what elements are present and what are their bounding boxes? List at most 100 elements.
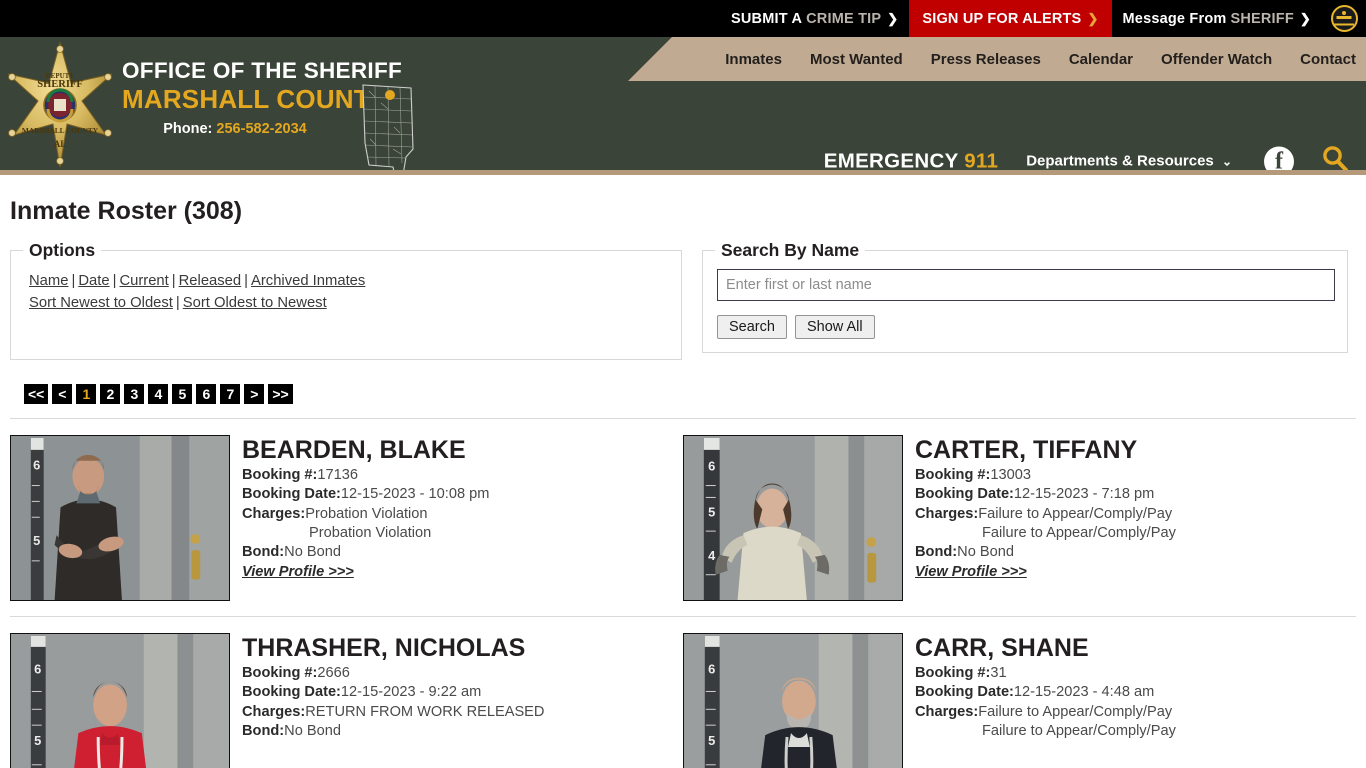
accessibility-button[interactable] <box>1322 0 1366 37</box>
option-link-name[interactable]: Name <box>29 273 68 289</box>
option-link-date[interactable]: Date <box>78 273 109 289</box>
booking-number-value: 31 <box>990 665 1007 681</box>
chevron-right-icon: ❯ <box>1299 10 1311 26</box>
inmate-name: BEARDEN, BLAKE <box>242 436 466 464</box>
mugshot-image: 6 5 <box>684 634 902 768</box>
departments-resources-dropdown[interactable]: Departments & Resources ⌄ <box>1026 153 1232 170</box>
nav-item-calendar[interactable]: Calendar <box>1055 51 1147 68</box>
option-link-current[interactable]: Current <box>119 273 168 289</box>
booking-date-line: Booking Date:12-15-2023 - 7:18 pm <box>915 485 1176 504</box>
submit-crime-tip-muted: CRIME TIP <box>806 10 882 27</box>
pagination-prev[interactable]: < <box>52 384 73 404</box>
nav-item-contact[interactable]: Contact <box>1286 51 1366 68</box>
emergency-label: EMERGENCY <box>823 149 959 172</box>
charge-value: Probation Violation <box>305 505 428 522</box>
inmate-card: 6 5 BEARDEN, BLAKE Booking #:17136 Booki… <box>10 435 683 601</box>
mugshot-bearden-blake[interactable]: 6 5 <box>10 435 230 601</box>
phone-label: Phone: <box>163 121 213 138</box>
phone-line: Phone: 256-582-2034 <box>122 121 348 137</box>
booking-date-value: 12-15-2023 - 4:48 am <box>1013 684 1155 701</box>
bond-label: Bond: <box>915 544 958 561</box>
roster-row: 6 5 THRASHER, NICHOLAS Booking #:2666 Bo… <box>10 616 1356 768</box>
pagination-page-6[interactable]: 6 <box>196 384 217 404</box>
marshall-county-title: MARSHALL COUNTY <box>122 83 388 114</box>
mugshot-carter-tiffany[interactable]: 6 5 4 <box>683 435 903 601</box>
alabama-map-icon <box>362 84 414 170</box>
emergency-911: EMERGENCY 911 <box>823 149 998 172</box>
sign-up-for-alerts-label: SIGN UP FOR ALERTS <box>922 10 1082 27</box>
search-icon <box>1323 146 1348 170</box>
inmate-name: THRASHER, NICHOLAS <box>242 634 526 662</box>
pagination-page-1[interactable]: 1 <box>76 384 97 404</box>
charges-label: Charges: <box>242 505 306 522</box>
facebook-link[interactable]: f <box>1264 146 1294 170</box>
inmate-details: THRASHER, NICHOLAS Booking #:2666 Bookin… <box>230 633 544 768</box>
message-from-sheriff-muted: SHERIFF <box>1230 10 1294 27</box>
booking-date-value: 12-15-2023 - 10:08 pm <box>340 486 490 503</box>
separator: | <box>112 273 117 289</box>
phone-number[interactable]: 256-582-2034 <box>216 121 306 137</box>
view-profile-link[interactable]: View Profile >>> <box>915 564 1027 580</box>
separator: | <box>171 273 176 289</box>
booking-date-line: Booking Date:12-15-2023 - 10:08 pm <box>242 485 489 504</box>
mugshot-carr-shane[interactable]: 6 5 <box>683 633 903 768</box>
header-utility-row: EMERGENCY 911 Departments & Resources ⌄ … <box>823 144 1358 172</box>
svg-text:5: 5 <box>34 733 41 748</box>
inmate-card: 6 5 CARR, SHANE Booking #:31 Booking Dat… <box>683 633 1356 768</box>
svg-text:SHERIFF: SHERIFF <box>37 79 83 90</box>
inmate-details: CARR, SHANE Booking #:31 Booking Date:12… <box>903 633 1176 768</box>
departments-resources-label: Departments & Resources <box>1026 152 1214 170</box>
charges-label: Charges: <box>242 703 306 720</box>
svg-text:6: 6 <box>708 459 715 474</box>
mugshot-thrasher-nicholas[interactable]: 6 5 <box>10 633 230 768</box>
chevron-down-icon: ⌄ <box>1221 154 1232 169</box>
accessibility-icon <box>1330 5 1358 32</box>
option-link-sort-newest-to-oldest[interactable]: Sort Newest to Oldest <box>29 295 173 311</box>
office-of-the-sheriff-title: OFFICE OF THE SHERIFF <box>122 58 403 83</box>
pagination-page-5[interactable]: 5 <box>172 384 193 404</box>
nav-item-press-releases[interactable]: Press Releases <box>917 51 1055 68</box>
pagination-page-3[interactable]: 3 <box>124 384 145 404</box>
sheriff-badge-logo[interactable]: DEPUTY SHERIFF MARSHALL COUNTY AL <box>8 41 112 169</box>
inmate-roster-list: 6 5 BEARDEN, BLAKE Booking #:17136 Booki… <box>0 418 1366 768</box>
nav-item-most-wanted[interactable]: Most Wanted <box>796 51 917 68</box>
option-link-sort-oldest-to-newest[interactable]: Sort Oldest to Newest <box>183 295 327 311</box>
search-input[interactable] <box>717 269 1335 301</box>
pagination-page-4[interactable]: 4 <box>148 384 169 404</box>
header-search-button[interactable] <box>1320 144 1350 170</box>
svg-text:4: 4 <box>708 548 716 563</box>
charge-value: Failure to Appear/Comply/Pay <box>978 505 1173 522</box>
message-from-sheriff-link[interactable]: Message From SHERIFF ❯ <box>1112 0 1322 37</box>
sign-up-for-alerts-button[interactable]: SIGN UP FOR ALERTS ❯ <box>909 0 1112 37</box>
submit-crime-tip-link[interactable]: SUBMIT A CRIME TIP ❯ <box>720 0 909 37</box>
booking-number-value: 17136 <box>317 467 358 483</box>
option-link-archived-inmates[interactable]: Archived Inmates <box>251 273 365 289</box>
pagination-next[interactable]: > <box>244 384 265 404</box>
booking-date-label: Booking Date: <box>915 486 1014 503</box>
pagination-page-2[interactable]: 2 <box>100 384 121 404</box>
pagination-first[interactable]: << <box>24 384 49 404</box>
nav-item-inmates[interactable]: Inmates <box>711 51 796 68</box>
site-header: DEPUTY SHERIFF MARSHALL COUNTY AL OFFICE… <box>0 37 1366 175</box>
nav-item-offender-watch[interactable]: Offender Watch <box>1147 51 1286 68</box>
pagination-page-7[interactable]: 7 <box>220 384 241 404</box>
booking-number-value: 13003 <box>990 467 1031 483</box>
svg-text:MARSHALL COUNTY: MARSHALL COUNTY <box>22 126 99 135</box>
sheriff-star-badge-icon: DEPUTY SHERIFF MARSHALL COUNTY AL <box>8 41 112 168</box>
pagination-last[interactable]: >> <box>268 384 293 404</box>
charge-value: Failure to Appear/Comply/Pay <box>982 524 1176 541</box>
options-row-filters: Name | Date | Current | Released | Archived Inma… <box>29 273 669 289</box>
inmate-card: 6 5 THRASHER, NICHOLAS Booking #:2666 Bo… <box>10 633 683 768</box>
search-buttons-row: Search Show All <box>717 315 1335 339</box>
show-all-button[interactable]: Show All <box>794 315 875 339</box>
options-row-sorting: Sort Newest to Oldest | Sort Oldest to New… <box>29 295 669 311</box>
filters-row: Options Name | Date | Current | Released | Archi… <box>10 240 1356 360</box>
booking-date-label: Booking Date: <box>242 684 341 701</box>
view-profile-link[interactable]: View Profile >>> <box>242 564 354 580</box>
chevron-right-icon: ❯ <box>1087 10 1099 26</box>
charge-value: RETURN FROM WORK RELEASED <box>305 703 545 720</box>
option-link-released[interactable]: Released <box>179 273 242 289</box>
bond-value: No Bond <box>284 544 341 561</box>
search-button[interactable]: Search <box>717 315 787 339</box>
inmate-name: CARTER, TIFFANY <box>915 436 1138 464</box>
